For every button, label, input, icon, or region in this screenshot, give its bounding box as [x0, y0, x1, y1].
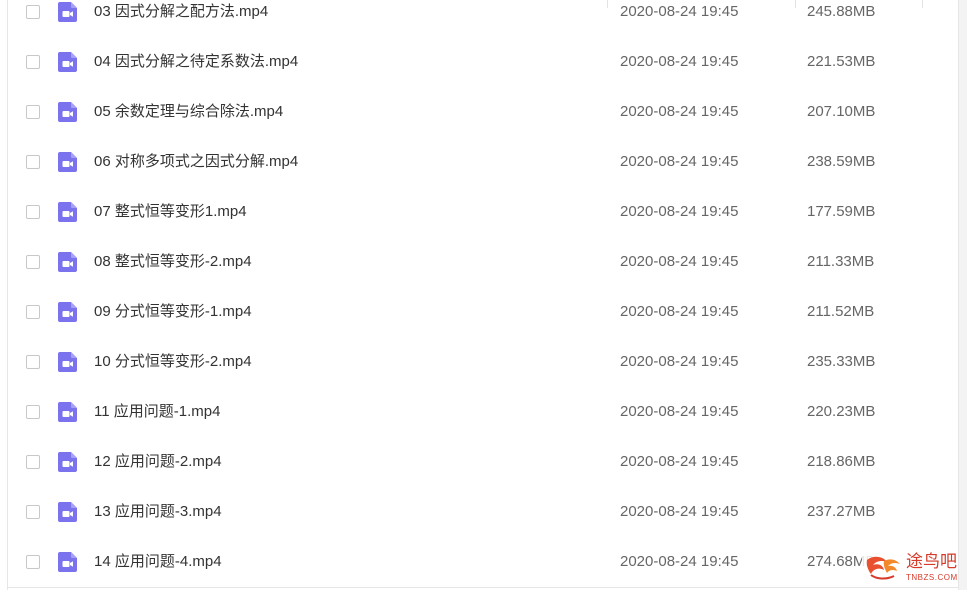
file-size: 220.23MB [807, 403, 876, 420]
modified-date: 2020-08-24 19:45 [620, 453, 739, 470]
file-size: 235.33MB [807, 353, 876, 370]
video-file-icon [58, 552, 77, 572]
row-checkbox[interactable] [26, 405, 40, 419]
file-name[interactable]: 14 应用问题-4.mp4 [94, 552, 222, 572]
file-name[interactable]: 13 应用问题-3.mp4 [94, 502, 222, 522]
video-file-icon [58, 52, 77, 72]
modified-date: 2020-08-24 19:45 [620, 53, 739, 70]
file-list-window: 03 因式分解之配方法.mp4 2020-08-24 19:45 245.88M… [0, 0, 967, 590]
file-row[interactable]: 06 对称多项式之因式分解.mp4 2020-08-24 19:45 238.5… [8, 138, 958, 188]
video-file-icon [58, 352, 77, 372]
file-list: 03 因式分解之配方法.mp4 2020-08-24 19:45 245.88M… [8, 0, 958, 590]
file-size: 237.27MB [807, 503, 876, 520]
modified-date: 2020-08-24 19:45 [620, 303, 739, 320]
modified-date: 2020-08-24 19:45 [620, 3, 739, 20]
row-checkbox[interactable] [26, 155, 40, 169]
site-watermark: 途鸟吧 TNBZS.COM [862, 548, 958, 586]
file-row[interactable]: 08 整式恒等变形-2.mp4 2020-08-24 19:45 211.33M… [8, 238, 958, 288]
modified-date: 2020-08-24 19:45 [620, 153, 739, 170]
file-size: 177.59MB [807, 203, 876, 220]
file-size: 218.86MB [807, 453, 876, 470]
watermark-title: 途鸟吧 [906, 552, 957, 572]
file-name[interactable]: 09 分式恒等变形-1.mp4 [94, 302, 252, 322]
video-file-icon [58, 402, 77, 422]
file-name[interactable]: 04 因式分解之待定系数法.mp4 [94, 52, 298, 72]
file-row[interactable]: 04 因式分解之待定系数法.mp4 2020-08-24 19:45 221.5… [8, 38, 958, 88]
video-file-icon [58, 2, 77, 22]
row-checkbox[interactable] [26, 255, 40, 269]
list-bottom-border [8, 587, 958, 588]
video-file-icon [58, 452, 77, 472]
file-size: 211.33MB [807, 253, 875, 270]
file-row[interactable]: 14 应用问题-4.mp4 2020-08-24 19:45 274.68MB [8, 538, 958, 588]
file-row[interactable]: 11 应用问题-1.mp4 2020-08-24 19:45 220.23MB [8, 388, 958, 438]
video-file-icon [58, 202, 77, 222]
file-row[interactable]: 10 分式恒等变形-2.mp4 2020-08-24 19:45 235.33M… [8, 338, 958, 388]
row-checkbox[interactable] [26, 5, 40, 19]
file-name[interactable]: 05 余数定理与综合除法.mp4 [94, 102, 283, 122]
file-name[interactable]: 10 分式恒等变形-2.mp4 [94, 352, 252, 372]
row-checkbox[interactable] [26, 455, 40, 469]
file-row[interactable]: 09 分式恒等变形-1.mp4 2020-08-24 19:45 211.52M… [8, 288, 958, 338]
file-name[interactable]: 06 对称多项式之因式分解.mp4 [94, 152, 298, 172]
file-row[interactable]: 03 因式分解之配方法.mp4 2020-08-24 19:45 245.88M… [8, 0, 958, 38]
file-row[interactable]: 07 整式恒等变形1.mp4 2020-08-24 19:45 177.59MB [8, 188, 958, 238]
file-size: 207.10MB [807, 103, 876, 120]
modified-date: 2020-08-24 19:45 [620, 253, 739, 270]
file-row[interactable]: 13 应用问题-3.mp4 2020-08-24 19:45 237.27MB [8, 488, 958, 538]
video-file-icon [58, 502, 77, 522]
file-row[interactable]: 12 应用问题-2.mp4 2020-08-24 19:45 218.86MB [8, 438, 958, 488]
file-size: 245.88MB [807, 3, 876, 20]
row-checkbox[interactable] [26, 305, 40, 319]
scrollbar-track[interactable] [958, 0, 967, 590]
modified-date: 2020-08-24 19:45 [620, 353, 739, 370]
video-file-icon [58, 252, 77, 272]
modified-date: 2020-08-24 19:45 [620, 103, 739, 120]
file-name[interactable]: 07 整式恒等变形1.mp4 [94, 202, 247, 222]
file-name[interactable]: 08 整式恒等变形-2.mp4 [94, 252, 252, 272]
video-file-icon [58, 102, 77, 122]
modified-date: 2020-08-24 19:45 [620, 403, 739, 420]
file-name[interactable]: 11 应用问题-1.mp4 [94, 402, 220, 422]
file-name[interactable]: 12 应用问题-2.mp4 [94, 452, 222, 472]
file-row[interactable]: 05 余数定理与综合除法.mp4 2020-08-24 19:45 207.10… [8, 88, 958, 138]
modified-date: 2020-08-24 19:45 [620, 553, 739, 570]
file-size: 221.53MB [807, 53, 876, 70]
modified-date: 2020-08-24 19:45 [620, 503, 739, 520]
modified-date: 2020-08-24 19:45 [620, 203, 739, 220]
video-file-icon [58, 152, 77, 172]
row-checkbox[interactable] [26, 105, 40, 119]
row-checkbox[interactable] [26, 55, 40, 69]
row-checkbox[interactable] [26, 555, 40, 569]
watermark-subtitle: TNBZS.COM [906, 573, 958, 582]
row-checkbox[interactable] [26, 205, 40, 219]
file-size: 238.59MB [807, 153, 876, 170]
row-checkbox[interactable] [26, 505, 40, 519]
row-checkbox[interactable] [26, 355, 40, 369]
video-file-icon [58, 302, 77, 322]
file-size: 211.52MB [807, 303, 875, 320]
file-name[interactable]: 03 因式分解之配方法.mp4 [94, 2, 268, 22]
watermark-logo-icon [866, 556, 900, 580]
